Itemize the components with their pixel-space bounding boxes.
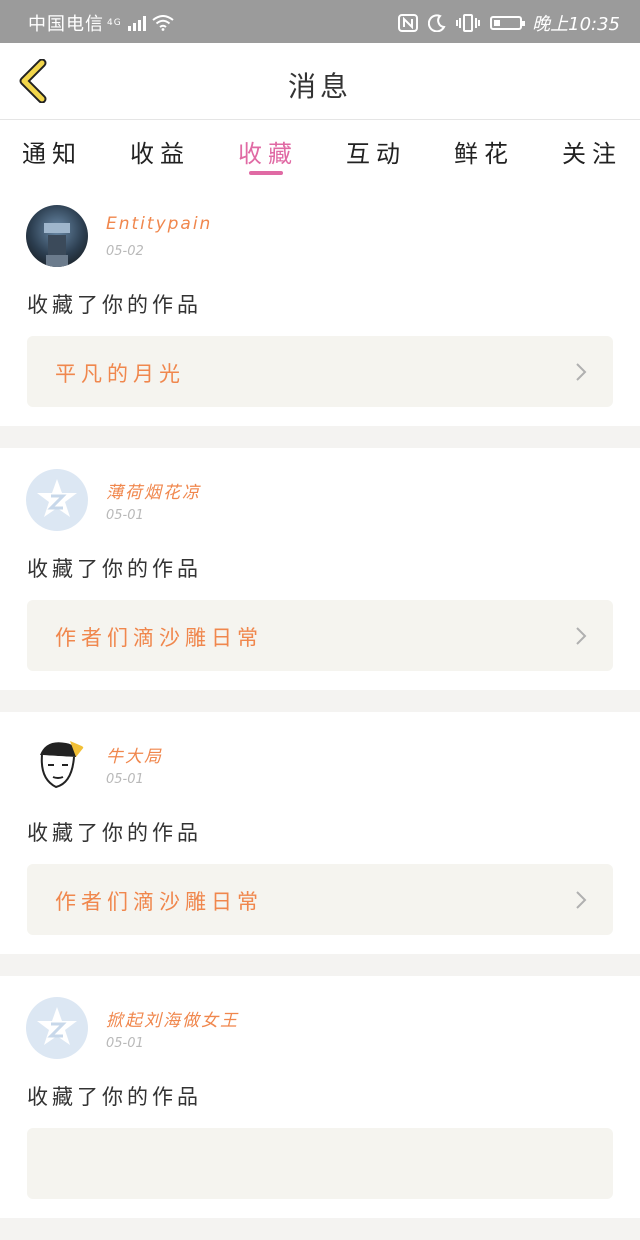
username[interactable]: 牛大局 bbox=[106, 742, 163, 767]
tab-earnings[interactable]: 收益 bbox=[110, 134, 210, 169]
moon-icon bbox=[428, 14, 446, 32]
action-text: 收藏了你的作品 bbox=[27, 1085, 202, 1109]
tab-notifications[interactable]: 通知 bbox=[2, 134, 102, 169]
avatar[interactable] bbox=[26, 469, 88, 531]
action-text: 收藏了你的作品 bbox=[27, 821, 202, 845]
username[interactable]: 掀起刘海做女王 bbox=[106, 1006, 239, 1031]
message-card: 薄荷烟花凉 05-01 收藏了你的作品 作者们滴沙雕日常 bbox=[0, 448, 640, 690]
active-tab-indicator bbox=[249, 171, 283, 175]
message-list: Entitypain 05-02 收藏了你的作品 平凡的月光 薄荷烟花凉 05-… bbox=[0, 184, 640, 1240]
page-title: 消息 bbox=[287, 70, 352, 103]
work-title: 平凡的月光 bbox=[55, 362, 185, 386]
tab-interactions[interactable]: 互动 bbox=[326, 134, 426, 169]
dark-anime-avatar-icon bbox=[44, 223, 70, 267]
status-time: 晚上10:35 bbox=[532, 14, 620, 35]
qq-default-avatar-icon bbox=[37, 1007, 77, 1045]
nfc-icon bbox=[398, 14, 419, 32]
status-bar: 中国电信 4G 晚上10:35 bbox=[0, 0, 640, 43]
action-text: 收藏了你的作品 bbox=[27, 557, 202, 581]
status-left: 中国电信 4G bbox=[28, 10, 174, 36]
message-date: 05-02 bbox=[106, 244, 144, 259]
qq-default-avatar-icon bbox=[37, 479, 77, 517]
work-link[interactable] bbox=[27, 1128, 613, 1199]
avatar[interactable] bbox=[26, 997, 88, 1059]
network-type: 4G bbox=[107, 18, 122, 28]
avatar[interactable] bbox=[26, 205, 88, 267]
chevron-right-icon bbox=[576, 891, 587, 909]
work-link[interactable]: 作者们滴沙雕日常 bbox=[27, 600, 613, 671]
message-card: 牛大局 05-01 收藏了你的作品 作者们滴沙雕日常 bbox=[0, 712, 640, 954]
work-link[interactable]: 平凡的月光 bbox=[27, 336, 613, 407]
message-card: Entitypain 05-02 收藏了你的作品 平凡的月光 bbox=[0, 184, 640, 426]
avatar[interactable] bbox=[26, 733, 88, 795]
tab-follows[interactable]: 关注 bbox=[542, 134, 640, 169]
tab-favorites[interactable]: 收藏 bbox=[218, 134, 318, 169]
message-date: 05-01 bbox=[106, 1036, 144, 1051]
chevron-right-icon bbox=[576, 627, 587, 645]
username[interactable]: 薄荷烟花凉 bbox=[106, 478, 201, 503]
username[interactable]: Entitypain bbox=[106, 214, 212, 234]
battery-icon bbox=[490, 16, 526, 30]
message-card: 掀起刘海做女王 05-01 收藏了你的作品 bbox=[0, 976, 640, 1218]
signal-icon bbox=[127, 15, 146, 31]
work-title: 作者们滴沙雕日常 bbox=[55, 626, 263, 650]
vibrate-icon bbox=[456, 14, 481, 32]
status-right: 晚上10:35 bbox=[398, 10, 620, 36]
work-link[interactable]: 作者们滴沙雕日常 bbox=[27, 864, 613, 935]
tab-bar: 通知 收益 收藏 互动 鲜花 关注 bbox=[0, 120, 640, 184]
action-text: 收藏了你的作品 bbox=[27, 293, 202, 317]
carrier-name: 中国电信 bbox=[28, 14, 104, 35]
message-date: 05-01 bbox=[106, 508, 144, 523]
work-title: 作者们滴沙雕日常 bbox=[55, 890, 263, 914]
cartoon-face-avatar-icon bbox=[40, 741, 84, 789]
message-date: 05-01 bbox=[106, 772, 144, 787]
wifi-icon bbox=[152, 15, 174, 31]
tab-flowers[interactable]: 鲜花 bbox=[434, 134, 534, 169]
nav-bar: 消息 bbox=[0, 43, 640, 120]
chevron-right-icon bbox=[576, 363, 587, 381]
